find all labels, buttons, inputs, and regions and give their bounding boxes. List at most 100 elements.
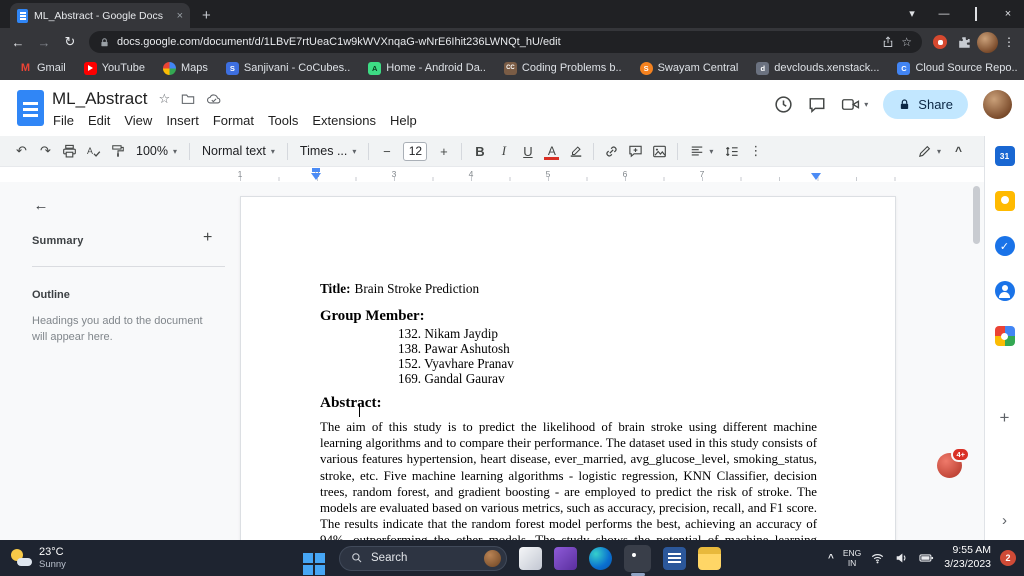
first-line-indent-marker[interactable]: [312, 168, 320, 172]
start-button[interactable]: [303, 553, 313, 563]
align-select[interactable]: ▾: [684, 144, 719, 158]
document-status-cloud-icon[interactable]: [206, 92, 222, 106]
menu-file[interactable]: File: [46, 111, 81, 130]
paint-format-icon[interactable]: [106, 140, 129, 163]
underline-icon[interactable]: U: [516, 140, 539, 163]
bookmark-youtube[interactable]: YouTube: [75, 61, 154, 75]
member-item[interactable]: 132. Nikam Jaydip: [398, 326, 817, 341]
vertical-scrollbar[interactable]: [973, 186, 980, 244]
bookmark-home-android[interactable]: A Home - Android Da..: [359, 61, 495, 75]
insert-link-icon[interactable]: [600, 140, 623, 163]
bookmark-maps[interactable]: Maps: [154, 61, 217, 75]
tab-search-icon[interactable]: ▾: [896, 0, 928, 28]
browser-profile-avatar[interactable]: [977, 31, 998, 53]
share-page-icon[interactable]: [882, 36, 894, 48]
undo-icon[interactable]: ↶: [10, 140, 33, 163]
abstract-heading[interactable]: Abstract:: [320, 394, 817, 412]
font-select[interactable]: Times ... ▾: [294, 144, 362, 158]
version-history-icon[interactable]: [774, 95, 793, 114]
hide-menus-icon[interactable]: ^: [955, 144, 962, 158]
maps-addon-icon[interactable]: [994, 326, 1015, 346]
calendar-icon[interactable]: 31: [994, 146, 1015, 166]
collapse-side-panel-icon[interactable]: ›: [1002, 513, 1007, 528]
addon-notification-icon[interactable]: 4+: [937, 447, 970, 478]
document-title[interactable]: ML_Abstract: [52, 89, 147, 109]
editing-mode-select[interactable]: ▾: [917, 144, 941, 159]
hidden-icons-chevron[interactable]: ^: [828, 553, 834, 564]
font-size-input[interactable]: 12: [403, 141, 428, 161]
bookmark-star-icon[interactable]: ☆: [901, 35, 912, 49]
paragraph-style-select[interactable]: Normal text ▾: [196, 144, 281, 158]
taskbar-search-box[interactable]: Search: [339, 545, 507, 571]
doc-title-line[interactable]: Title: Brain Stroke Prediction: [320, 281, 817, 297]
browser-menu-icon[interactable]: ⋮: [1000, 35, 1018, 49]
menu-extensions[interactable]: Extensions: [305, 111, 383, 130]
close-button[interactable]: ×: [992, 0, 1024, 28]
contacts-icon[interactable]: [994, 281, 1015, 301]
back-icon[interactable]: ←: [6, 35, 30, 50]
battery-icon[interactable]: [918, 551, 935, 565]
word-app-icon[interactable]: [663, 546, 686, 570]
close-outline-back-icon[interactable]: ←: [28, 192, 54, 218]
text-color-icon[interactable]: A: [540, 140, 563, 163]
move-folder-icon[interactable]: [181, 92, 195, 106]
maximize-button[interactable]: [960, 0, 992, 28]
search-highlight-icon[interactable]: [484, 549, 501, 567]
redo-icon[interactable]: ↷: [34, 140, 57, 163]
add-comment-icon[interactable]: [624, 140, 647, 163]
decrease-font-size-icon[interactable]: −: [375, 140, 398, 163]
reload-icon[interactable]: ↻: [58, 34, 82, 50]
language-indicator[interactable]: ENG IN: [843, 548, 861, 568]
menu-edit[interactable]: Edit: [81, 111, 117, 130]
file-explorer-icon[interactable]: [698, 546, 721, 570]
meet-button[interactable]: ▾: [841, 96, 868, 113]
spell-check-icon[interactable]: A: [82, 140, 105, 163]
menu-format[interactable]: Format: [206, 111, 261, 130]
volume-icon[interactable]: [894, 551, 909, 565]
menu-tools[interactable]: Tools: [261, 111, 305, 130]
forward-icon[interactable]: →: [32, 35, 56, 50]
italic-icon[interactable]: I: [492, 140, 515, 163]
extension-badge-icon[interactable]: [933, 35, 947, 49]
member-item[interactable]: 152. Vyavhare Pranav: [398, 356, 817, 371]
member-item[interactable]: 138. Pawar Ashutosh: [398, 341, 817, 356]
minimize-button[interactable]: —: [928, 0, 960, 28]
bookmark-gmail[interactable]: M Gmail: [10, 62, 75, 75]
menu-insert[interactable]: Insert: [159, 111, 206, 130]
keep-icon[interactable]: [994, 191, 1015, 211]
more-toolbar-options-icon[interactable]: ⋮: [744, 140, 767, 163]
weather-widget[interactable]: 23°C Sunny: [0, 546, 180, 570]
bookmark-sanjivani[interactable]: S Sanjivani - CoCubes..: [217, 61, 359, 75]
highlight-color-icon[interactable]: [564, 140, 587, 163]
docs-profile-avatar[interactable]: [983, 90, 1012, 119]
taskbar-clock[interactable]: 9:55 AM 3/23/2023: [944, 544, 991, 571]
document-page[interactable]: Title: Brain Stroke Prediction Group Memb…: [240, 196, 896, 540]
ruler[interactable]: 1 2 3 4 5 6 7: [0, 167, 1024, 182]
taskbar-app-icon[interactable]: [554, 546, 577, 570]
notification-count-badge[interactable]: 2: [1000, 550, 1016, 566]
tab-close-icon[interactable]: ×: [177, 10, 183, 22]
comments-icon[interactable]: [808, 96, 826, 114]
print-icon[interactable]: [58, 140, 81, 163]
insert-image-icon[interactable]: [648, 140, 671, 163]
right-margin-marker[interactable]: [811, 173, 821, 180]
tasks-icon[interactable]: ✓: [994, 236, 1015, 256]
line-spacing-icon[interactable]: [720, 140, 743, 163]
get-addons-icon[interactable]: +: [1000, 409, 1010, 426]
share-button[interactable]: Share: [883, 90, 968, 119]
document-text-area[interactable]: Title: Brain Stroke Prediction Group Memb…: [241, 197, 895, 540]
bookmark-swayam[interactable]: S Swayam Central: [631, 61, 748, 75]
bookmark-cloud-source[interactable]: C Cloud Source Repo..: [888, 61, 1024, 75]
menu-view[interactable]: View: [117, 111, 159, 130]
bold-icon[interactable]: B: [468, 140, 491, 163]
extensions-puzzle-icon[interactable]: [953, 31, 975, 53]
google-docs-logo[interactable]: [17, 90, 44, 126]
wifi-icon[interactable]: [870, 551, 885, 565]
new-tab-button[interactable]: +: [202, 8, 211, 23]
bookmark-coding-problems[interactable]: CC Coding Problems b..: [495, 61, 631, 75]
left-margin-marker[interactable]: [311, 173, 321, 180]
browser-tab[interactable]: ML_Abstract - Google Docs ×: [10, 3, 190, 28]
menu-help[interactable]: Help: [383, 111, 424, 130]
abstract-paragraph[interactable]: The aim of this study is to predict the …: [320, 419, 817, 540]
member-item[interactable]: 169. Gandal Gaurav: [398, 371, 817, 386]
